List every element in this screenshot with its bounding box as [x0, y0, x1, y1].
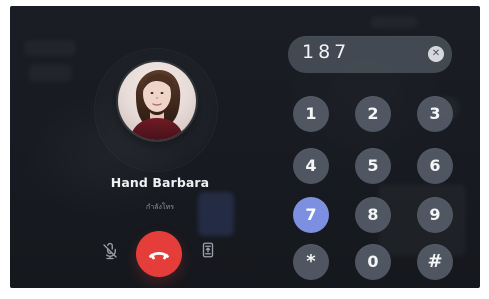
- background-blur-3: [370, 16, 418, 28]
- key-3[interactable]: 3: [417, 96, 453, 132]
- phone-hangup-icon: [149, 251, 169, 260]
- avatar: [116, 60, 198, 142]
- key-5[interactable]: 5: [355, 148, 391, 184]
- key-4[interactable]: 4: [293, 148, 329, 184]
- mute-button[interactable]: [98, 239, 122, 263]
- clear-number-button[interactable]: ✕: [428, 46, 444, 62]
- background-blur-2: [28, 64, 72, 82]
- key-6[interactable]: 6: [417, 148, 453, 184]
- mic-off-icon: [103, 242, 117, 260]
- background-blur-4: [198, 192, 234, 236]
- close-icon: ✕: [431, 48, 441, 59]
- switch-call-button[interactable]: [196, 238, 220, 262]
- hangup-button[interactable]: [136, 231, 182, 277]
- dialed-number: 187: [302, 41, 351, 63]
- key-9[interactable]: 9: [417, 197, 453, 233]
- background-blur-1: [24, 40, 76, 56]
- dialed-number-field[interactable]: 187 ✕: [288, 36, 452, 73]
- key-2[interactable]: 2: [355, 96, 391, 132]
- key-1[interactable]: 1: [293, 96, 329, 132]
- caller-name: Hand Barbara: [110, 175, 210, 190]
- key-7[interactable]: 7: [293, 197, 329, 233]
- key-0[interactable]: 0: [355, 244, 391, 280]
- phone-switch-icon: [202, 242, 214, 258]
- key-hash[interactable]: #: [417, 244, 453, 280]
- call-status: กำลังโทร: [145, 203, 174, 211]
- call-screen: Hand Barbara กำลังโทร 187 ✕ 1 2 3 4 5 6 …: [10, 6, 480, 288]
- key-8[interactable]: 8: [355, 197, 391, 233]
- key-star[interactable]: *: [293, 244, 329, 280]
